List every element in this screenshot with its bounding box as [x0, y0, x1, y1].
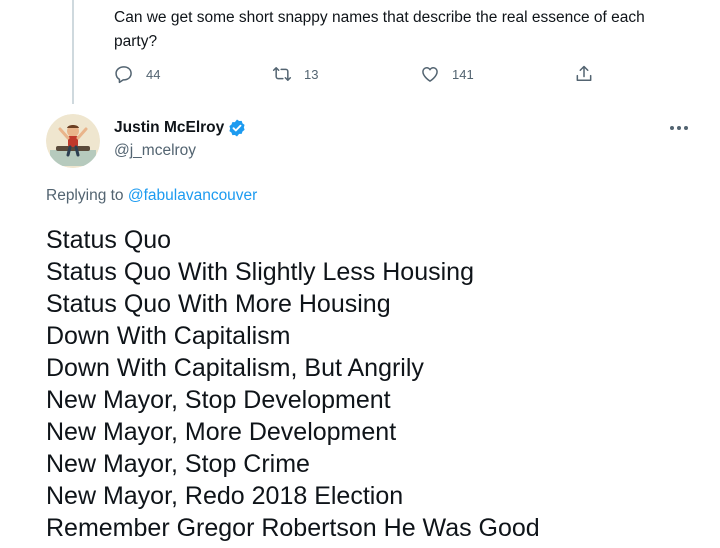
- avatar[interactable]: [46, 114, 100, 168]
- verified-badge-icon: [229, 119, 245, 137]
- tweet-text-line: New Mayor, Stop Development: [46, 386, 391, 414]
- replying-to-line: Replying to @fabulavancouver: [46, 187, 257, 205]
- like-count: 141: [452, 66, 474, 82]
- tweet-text-line: New Mayor, More Development: [46, 418, 397, 446]
- tweet-text-line: Status Quo: [46, 226, 172, 254]
- replying-to-mention-link[interactable]: @fabulavancouver: [128, 187, 257, 204]
- retweet-icon: [272, 67, 292, 81]
- more-options-icon: [670, 126, 688, 130]
- retweet-button[interactable]: 13: [272, 64, 318, 84]
- replying-prefix: Replying to: [46, 187, 124, 204]
- like-button[interactable]: 141: [420, 64, 474, 84]
- share-button[interactable]: [574, 64, 594, 84]
- author-handle[interactable]: @j_mcelroy: [114, 142, 196, 160]
- share-icon: [576, 65, 592, 81]
- parent-tweet-actions: 44 13 141: [114, 64, 604, 88]
- retweet-count: 13: [304, 66, 319, 82]
- reply-button[interactable]: 44: [114, 64, 160, 84]
- tweet-text-line: Status Quo With More Housing: [46, 290, 391, 318]
- tweet-text-line: Status Quo With Slightly Less Housing: [46, 258, 474, 286]
- author-name-row: Justin McElroy: [114, 118, 247, 138]
- parent-tweet-text: Can we get some short snappy names that …: [114, 9, 645, 50]
- reply-tweet-text: Status Quo Status Quo With Slightly Less…: [46, 224, 540, 544]
- reply-icon: [115, 66, 132, 84]
- tweet-text-line: Remember Gregor Robertson He Was Good: [46, 514, 540, 542]
- author-display-name[interactable]: Justin McElroy: [114, 119, 224, 137]
- tweet-text-line: Down With Capitalism: [46, 322, 291, 350]
- tweet-text-line: New Mayor, Stop Crime: [46, 450, 310, 478]
- tweet-text-line: Down With Capitalism, But Angrily: [46, 354, 424, 382]
- more-options-button[interactable]: [668, 120, 690, 136]
- tweet-text-line: New Mayor, Redo 2018 Election: [46, 482, 404, 510]
- reply-count: 44: [146, 66, 161, 82]
- heart-icon: [422, 67, 438, 82]
- thread-connector-line: [72, 0, 74, 104]
